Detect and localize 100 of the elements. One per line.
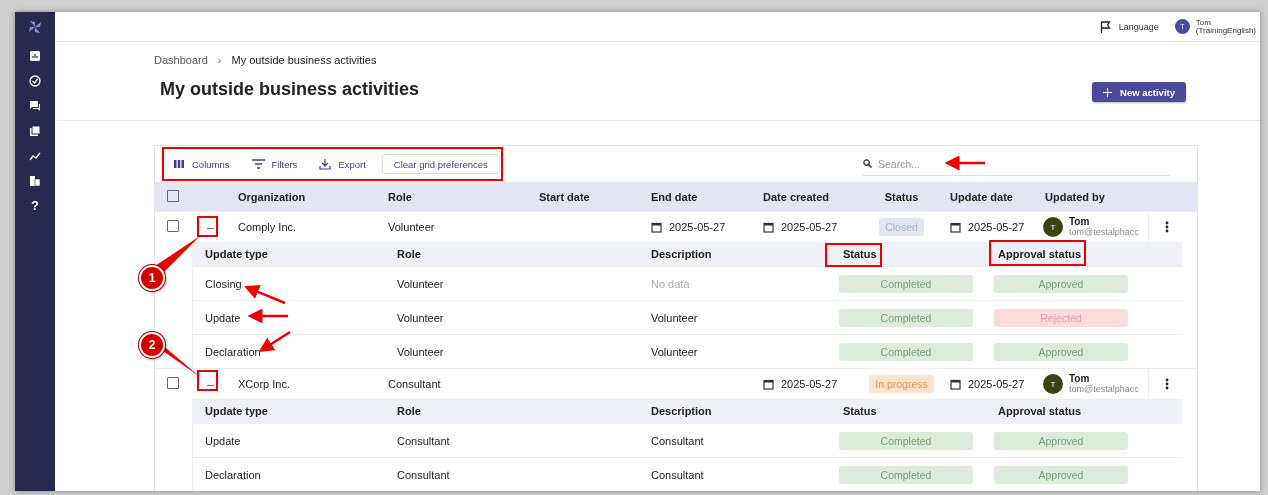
role-cell: Consultant bbox=[397, 434, 450, 447]
user-name: Tom bbox=[1069, 216, 1091, 227]
callout-marker: 1 bbox=[139, 265, 165, 291]
update-type-cell: Declaration bbox=[205, 345, 261, 358]
role-cell: Volunteer bbox=[397, 311, 444, 324]
organization-cell-text: XCorp Inc. bbox=[237, 378, 291, 390]
row-checkbox[interactable] bbox=[167, 377, 179, 389]
column-header[interactable]: Updated by bbox=[1035, 191, 1148, 203]
row-checkbox[interactable] bbox=[167, 220, 179, 232]
update-type-cell: Update bbox=[205, 434, 241, 447]
update-type-cell: Closing bbox=[205, 277, 242, 290]
column-header: Approval status bbox=[998, 248, 1082, 260]
status-badge: In progress bbox=[869, 375, 934, 393]
role-cell: Volunteer bbox=[397, 345, 444, 358]
column-header: Role bbox=[397, 405, 421, 417]
status-badge: Approved bbox=[994, 465, 1128, 484]
select-all-checkbox[interactable] bbox=[167, 190, 179, 202]
status-badge: Completed bbox=[839, 431, 973, 450]
page-title: My outside business activities bbox=[160, 79, 420, 100]
help-icon[interactable]: ? bbox=[31, 198, 39, 213]
calendar-icon bbox=[763, 221, 774, 233]
user-email: tom@testalphacc bbox=[1069, 227, 1139, 238]
highlight-box bbox=[197, 370, 218, 391]
date-cell: 2025-05-27 bbox=[940, 221, 1035, 233]
filters-button[interactable]: Filters bbox=[245, 155, 304, 173]
new-activity-button[interactable]: New activity bbox=[1092, 82, 1186, 102]
export-button[interactable]: Export bbox=[313, 155, 372, 173]
status-badge: Approved bbox=[994, 274, 1128, 293]
column-header[interactable]: Start date bbox=[529, 191, 641, 203]
check-circle-icon[interactable] bbox=[29, 74, 41, 87]
language-button[interactable]: Language bbox=[1099, 20, 1159, 33]
stack-icon[interactable] bbox=[29, 124, 41, 137]
highlight-box bbox=[197, 216, 218, 237]
role-cell: Consultant bbox=[397, 468, 450, 481]
organization-cell-text: Comply Inc. bbox=[237, 221, 298, 233]
breadcrumb-item[interactable]: Dashboard bbox=[154, 54, 208, 66]
highlight-box bbox=[825, 243, 882, 267]
flag-icon bbox=[1099, 20, 1111, 33]
column-header: Description bbox=[651, 248, 712, 260]
column-header[interactable]: Role bbox=[378, 191, 529, 203]
column-header[interactable]: Status bbox=[863, 191, 940, 203]
column-header[interactable]: Date created bbox=[753, 191, 863, 203]
role-cell-text: Volunteer bbox=[387, 221, 436, 233]
status-badge: Closed bbox=[879, 218, 924, 236]
chart-icon[interactable] bbox=[29, 49, 41, 62]
description-cell: No data bbox=[651, 277, 690, 290]
more-icon[interactable] bbox=[1165, 378, 1169, 390]
user-name: Tom bbox=[1069, 373, 1091, 384]
pointer-arrow bbox=[944, 155, 985, 171]
column-header: Update type bbox=[205, 405, 268, 417]
column-header: Approval status bbox=[998, 405, 1082, 417]
user-email: tom@testalphacc bbox=[1069, 384, 1139, 395]
pointer-arrow bbox=[244, 284, 286, 305]
calendar-icon bbox=[763, 378, 774, 390]
columns-button[interactable]: Columns bbox=[167, 155, 236, 173]
building-icon[interactable] bbox=[29, 174, 41, 187]
status-badge: Completed bbox=[839, 342, 973, 361]
status-badge: Completed bbox=[839, 465, 973, 484]
search-icon bbox=[863, 159, 872, 168]
calendar-icon bbox=[950, 221, 961, 233]
role-cell: Volunteer bbox=[397, 277, 444, 290]
column-header[interactable]: Organization bbox=[228, 191, 378, 203]
user-name: Tom bbox=[1195, 18, 1212, 27]
description-cell: Consultant bbox=[651, 434, 704, 447]
column-header: Description bbox=[651, 405, 712, 417]
callout-marker: 2 bbox=[139, 332, 165, 358]
status-badge: Completed bbox=[839, 274, 973, 293]
clear-preferences-button[interactable]: Clear grid preferences bbox=[381, 154, 500, 174]
filter-icon bbox=[251, 159, 265, 169]
plus-icon bbox=[1103, 87, 1113, 97]
status-badge: Rejected bbox=[994, 308, 1128, 327]
more-icon[interactable] bbox=[1165, 221, 1169, 233]
update-type-cell: Declaration bbox=[205, 468, 261, 481]
description-cell: Volunteer bbox=[651, 311, 698, 324]
columns-icon bbox=[173, 159, 185, 169]
date-cell: 2025-05-27 bbox=[940, 378, 1035, 390]
date-cell: 2025-05-27 bbox=[753, 378, 863, 390]
pointer-arrow bbox=[247, 308, 288, 324]
update-type-cell: Update bbox=[205, 311, 241, 324]
description-cell: Consultant bbox=[651, 468, 704, 481]
column-header: Role bbox=[397, 248, 421, 260]
column-header: Update type bbox=[205, 248, 268, 260]
logo-icon[interactable] bbox=[27, 18, 43, 35]
calendar-icon bbox=[950, 378, 961, 390]
date-cell: 2025-05-27 bbox=[753, 221, 863, 233]
user-account: (TrainingEnglish) bbox=[1195, 26, 1256, 35]
role-cell-text: Consultant bbox=[387, 378, 442, 390]
download-icon bbox=[319, 158, 332, 170]
column-header[interactable]: End date bbox=[641, 191, 753, 203]
status-badge: Completed bbox=[839, 308, 973, 327]
status-badge: Approved bbox=[994, 431, 1128, 450]
column-header[interactable]: Update date bbox=[940, 191, 1035, 203]
column-header: Status bbox=[843, 405, 877, 417]
pointer-arrow bbox=[258, 330, 291, 353]
breadcrumb-item: My outside business activities bbox=[231, 54, 377, 66]
avatar: T bbox=[1043, 217, 1063, 237]
status-badge: Approved bbox=[994, 342, 1128, 361]
breadcrumb-separator: › bbox=[217, 54, 222, 66]
chat-icon[interactable] bbox=[29, 99, 41, 112]
avatar: T bbox=[1043, 374, 1063, 394]
